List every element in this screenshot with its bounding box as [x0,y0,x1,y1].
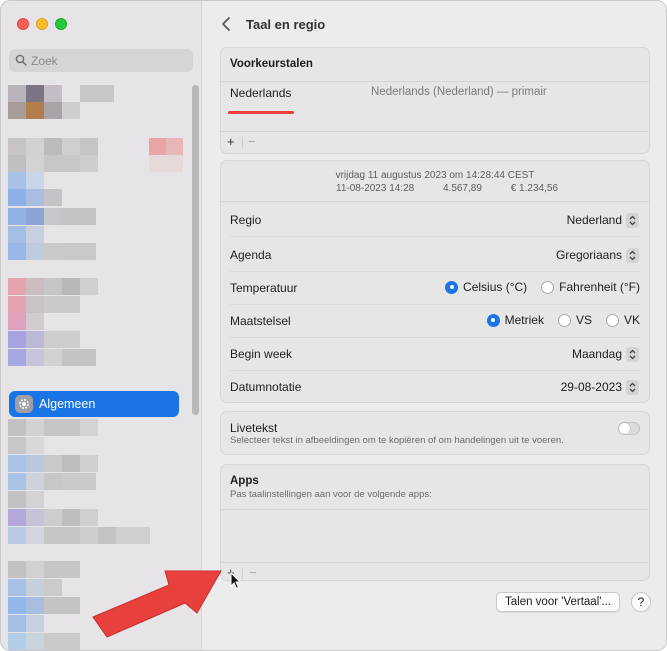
measurement-label: Maatstelsel [230,314,291,328]
sidebar: Algemeen [1,1,202,650]
preview-currency: € 1.234,56 [510,183,558,194]
date-format-value: 29-08-2023 [560,380,622,394]
divider [230,236,640,237]
radio-button-selected[interactable] [445,280,459,294]
date-format-select[interactable]: 29-08-2023 [561,379,639,395]
region-row: Regio Nederland [221,204,649,237]
main-pane: Taal en regio Voorkeurstalen Nederlands … [203,1,666,650]
apps-heading: Apps [230,475,259,487]
search-icon [15,54,27,66]
region-label: Regio [230,213,262,227]
divider [221,201,649,202]
first-day-row: Begin week Maandag [221,338,649,371]
first-day-select[interactable]: Maandag [572,346,639,362]
gear-icon [15,395,33,413]
us-label: VS [575,313,592,327]
region-select[interactable]: Nederland [567,212,639,228]
search-input[interactable] [31,51,181,70]
divider [221,81,649,82]
language-description: Nederlands (Nederland) — primair [371,86,547,98]
updown-chevron-icon [626,346,639,362]
uk-label: VK [623,313,640,327]
us-radio[interactable]: VS [557,313,592,327]
preview-date-time: 11-08-2023 14:28 [336,183,415,194]
measurement-radio-group: Metriek VS VK [473,313,640,327]
close-window-button[interactable] [17,18,29,30]
temperature-label: Temperatuur [230,281,298,295]
metric-radio[interactable]: Metriek [486,313,544,327]
format-panel: vrijdag 11 augustus 2023 om 14:28:44 CES… [220,160,650,403]
divider [221,131,649,132]
first-day-value: Maandag [571,347,622,361]
metric-label: Metriek [504,313,544,327]
live-text-title: Livetekst [230,421,278,435]
fahrenheit-label: Fahrenheit (°F) [559,280,640,294]
radio-button[interactable] [605,313,619,327]
sidebar-scrollbar[interactable] [192,85,199,415]
sidebar-item-label: Algemeen [39,397,96,411]
region-value: Nederland [566,213,622,227]
search-field[interactable] [9,49,193,72]
annotation-underline [228,111,294,114]
celsius-label: Celsius (°C) [463,280,528,294]
translate-languages-button[interactable]: Talen voor 'Vertaal'... [496,592,621,612]
language-name[interactable]: Nederlands [230,86,291,100]
radio-button-selected[interactable] [486,313,500,327]
live-text-toggle[interactable] [618,422,640,435]
uk-radio[interactable]: VK [605,313,640,327]
temperature-row: Temperatuur Celsius (°C) Fahrenheit (°F) [221,272,649,305]
page-title: Taal en regio [246,17,326,32]
updown-chevron-icon [626,247,639,263]
add-language-button[interactable]: + [227,134,235,149]
measurement-row: Maatstelsel Metriek VS VK [221,305,649,338]
sidebar-item-general[interactable]: Algemeen [9,391,179,417]
divider [242,137,243,149]
preferred-languages-panel: Voorkeurstalen Nederlands Nederlands (Ne… [220,47,650,154]
settings-window: Algemeen Taal en regio Voorkeurstalen Ne… [0,0,667,651]
format-preview-short: 11-08-2023 14:28 4.567,89 € 1.234,56 [336,183,584,194]
annotation-arrow-icon [92,570,222,638]
calendar-select[interactable]: Gregoriaans [556,247,639,263]
remove-language-button[interactable]: − [248,134,256,149]
minimize-window-button[interactable] [36,18,48,30]
divider [221,509,649,510]
calendar-value: Gregoriaans [555,248,622,262]
temperature-radio-group: Celsius (°C) Fahrenheit (°F) [431,280,640,294]
divider [242,568,243,580]
live-text-description: Selecteer tekst in afbeeldingen om te ko… [230,435,564,446]
preferred-languages-heading: Voorkeurstalen [230,58,313,70]
celsius-radio[interactable]: Celsius (°C) [445,280,527,294]
calendar-row: Agenda Gregoriaans [221,239,649,272]
first-day-label: Begin week [230,347,293,361]
preview-number: 4.567,89 [443,183,482,194]
fahrenheit-radio[interactable]: Fahrenheit (°F) [541,280,640,294]
apps-description: Pas taalinstellingen aan voor de volgend… [230,489,432,500]
remove-app-button[interactable]: − [249,565,257,580]
radio-button[interactable] [541,280,555,294]
toggle-knob [619,423,630,434]
date-format-label: Datumnotatie [230,380,302,394]
date-format-row: Datumnotatie 29-08-2023 [221,371,649,404]
divider [221,562,649,563]
mouse-pointer-icon [230,572,242,590]
calendar-label: Agenda [230,248,272,262]
live-text-panel: Livetekst Selecteer tekst in afbeeldinge… [220,411,650,455]
zoom-window-button[interactable] [55,18,67,30]
updown-chevron-icon [626,212,639,228]
help-button[interactable]: ? [631,592,651,612]
apps-panel: Apps Pas taalinstellingen aan voor de vo… [220,464,650,581]
chevron-left-icon[interactable] [220,16,234,32]
format-preview-long: vrijdag 11 augustus 2023 om 14:28:44 CES… [335,170,535,181]
radio-button[interactable] [557,313,571,327]
updown-chevron-icon [626,379,639,395]
